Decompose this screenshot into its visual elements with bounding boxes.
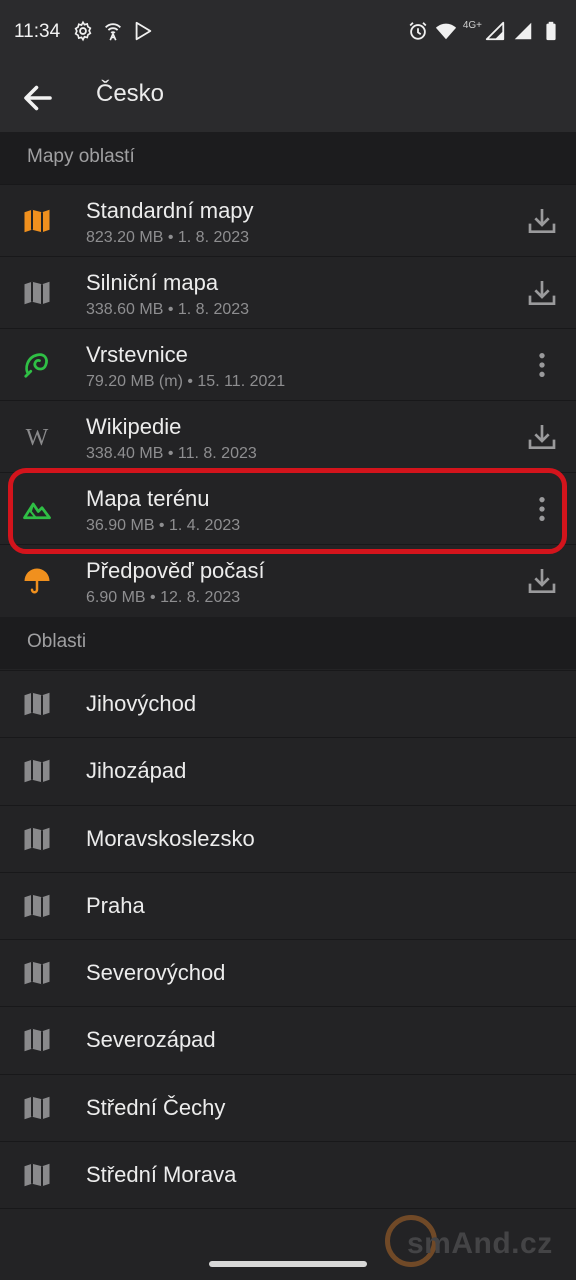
region-row[interactable]: Jihovýchod xyxy=(0,670,576,737)
map-row-title: Vrstevnice xyxy=(86,342,188,367)
region-row[interactable]: Severovýchod xyxy=(0,939,576,1006)
settings-icon xyxy=(74,20,92,42)
map-row-title: Předpověď počasí xyxy=(86,558,265,583)
map-row-title: Silniční mapa xyxy=(86,270,219,295)
region-row[interactable]: Moravskoslezsko xyxy=(0,805,576,872)
gesture-nav-handle[interactable] xyxy=(209,1261,367,1267)
download-icon[interactable] xyxy=(526,205,558,237)
umbrella-icon xyxy=(24,568,50,594)
maps-section-title: Mapy oblastí xyxy=(27,146,135,167)
map-row-title: Mapa terénu xyxy=(86,486,210,511)
map-row-terrain[interactable]: Mapa terénu 36.90 MB • 1. 4. 2023 xyxy=(0,472,576,544)
map-row-contours[interactable]: Vrstevnice 79.20 MB (m) • 15. 11. 2021 xyxy=(0,328,576,400)
status-bar: 11:34 4G+ xyxy=(0,0,576,64)
network-type-label: 4G+ xyxy=(462,19,482,31)
download-icon[interactable] xyxy=(526,277,558,309)
alarm-icon xyxy=(409,22,427,40)
map-row-subtitle: 6.90 MB • 12. 8. 2023 xyxy=(86,589,241,606)
map-row-title: Standardní mapy xyxy=(86,198,254,223)
map-icon xyxy=(24,209,50,233)
map-row-wikipedia[interactable]: W Wikipedie 338.40 MB • 11. 8. 2023 xyxy=(0,400,576,472)
map-icon xyxy=(24,1163,50,1187)
battery-icon xyxy=(546,21,556,41)
maps-section-header: Mapy oblastí xyxy=(0,132,576,184)
back-arrow-icon[interactable] xyxy=(20,80,56,116)
map-icon xyxy=(24,827,50,851)
map-row-subtitle: 338.40 MB • 11. 8. 2023 xyxy=(86,445,257,462)
wifi-icon xyxy=(435,23,456,40)
contour-icon xyxy=(24,353,48,378)
region-row[interactable]: Praha xyxy=(0,872,576,939)
regions-section-title: Oblasti xyxy=(27,631,87,652)
map-icon xyxy=(24,1096,50,1120)
region-title: Severozápad xyxy=(86,1027,216,1052)
map-row-weather[interactable]: Předpověď počasí 6.90 MB • 12. 8. 2023 xyxy=(0,544,576,616)
play-icon xyxy=(135,21,152,41)
region-title: Praha xyxy=(86,893,145,918)
terrain-icon xyxy=(23,502,51,520)
map-row-road[interactable]: Silniční mapa 338.60 MB • 1. 8. 2023 xyxy=(0,256,576,328)
status-left-icons xyxy=(72,20,154,42)
status-time: 11:34 xyxy=(14,21,61,42)
watermark: smAnd.cz xyxy=(385,1215,575,1279)
region-title: Severovýchod xyxy=(86,960,226,985)
map-icon xyxy=(24,1028,50,1052)
more-vert-icon[interactable] xyxy=(526,493,558,525)
region-title: Jihozápad xyxy=(86,758,187,783)
wikipedia-icon: W xyxy=(26,425,49,451)
region-title: Střední Čechy xyxy=(86,1095,226,1120)
map-icon xyxy=(24,692,50,716)
map-row-subtitle: 79.20 MB (m) • 15. 11. 2021 xyxy=(86,373,286,390)
map-row-title: Wikipedie xyxy=(86,414,182,439)
map-icon xyxy=(24,894,50,918)
screen: 11:34 4G+ Česko Mapy oblastí Standardní … xyxy=(0,0,576,1280)
region-row[interactable]: Jihozápad xyxy=(0,737,576,804)
region-row[interactable]: Střední Morava xyxy=(0,1141,576,1208)
region-title: Moravskoslezsko xyxy=(86,826,255,851)
map-icon xyxy=(24,961,50,985)
region-title: Střední Morava xyxy=(86,1162,237,1187)
map-row-subtitle: 338.60 MB • 1. 8. 2023 xyxy=(86,301,250,318)
signal-icon xyxy=(514,22,532,40)
app-bar: Česko xyxy=(0,64,576,132)
page-title: Česko xyxy=(96,80,165,107)
region-row[interactable]: Severozápad xyxy=(0,1006,576,1073)
regions-section-header: Oblasti xyxy=(0,617,576,669)
map-row-subtitle: 823.20 MB • 1. 8. 2023 xyxy=(86,229,250,246)
wikipedia-icon-letter: W xyxy=(26,425,49,451)
status-right-icons: 4G+ xyxy=(407,20,562,42)
more-vert-icon[interactable] xyxy=(526,349,558,381)
signal-4g-icon xyxy=(485,21,505,41)
map-row-standard[interactable]: Standardní mapy 823.20 MB • 1. 8. 2023 xyxy=(0,184,576,256)
watermark-text: smAnd.cz xyxy=(407,1227,553,1260)
map-icon xyxy=(24,759,50,783)
download-icon[interactable] xyxy=(526,565,558,597)
map-row-subtitle: 36.90 MB • 1. 4. 2023 xyxy=(86,517,241,534)
download-icon[interactable] xyxy=(526,421,558,453)
region-title: Jihovýchod xyxy=(86,691,197,716)
region-row[interactable]: Střední Čechy xyxy=(0,1074,576,1141)
map-icon xyxy=(24,281,50,305)
wifi-tower-icon xyxy=(105,23,121,41)
